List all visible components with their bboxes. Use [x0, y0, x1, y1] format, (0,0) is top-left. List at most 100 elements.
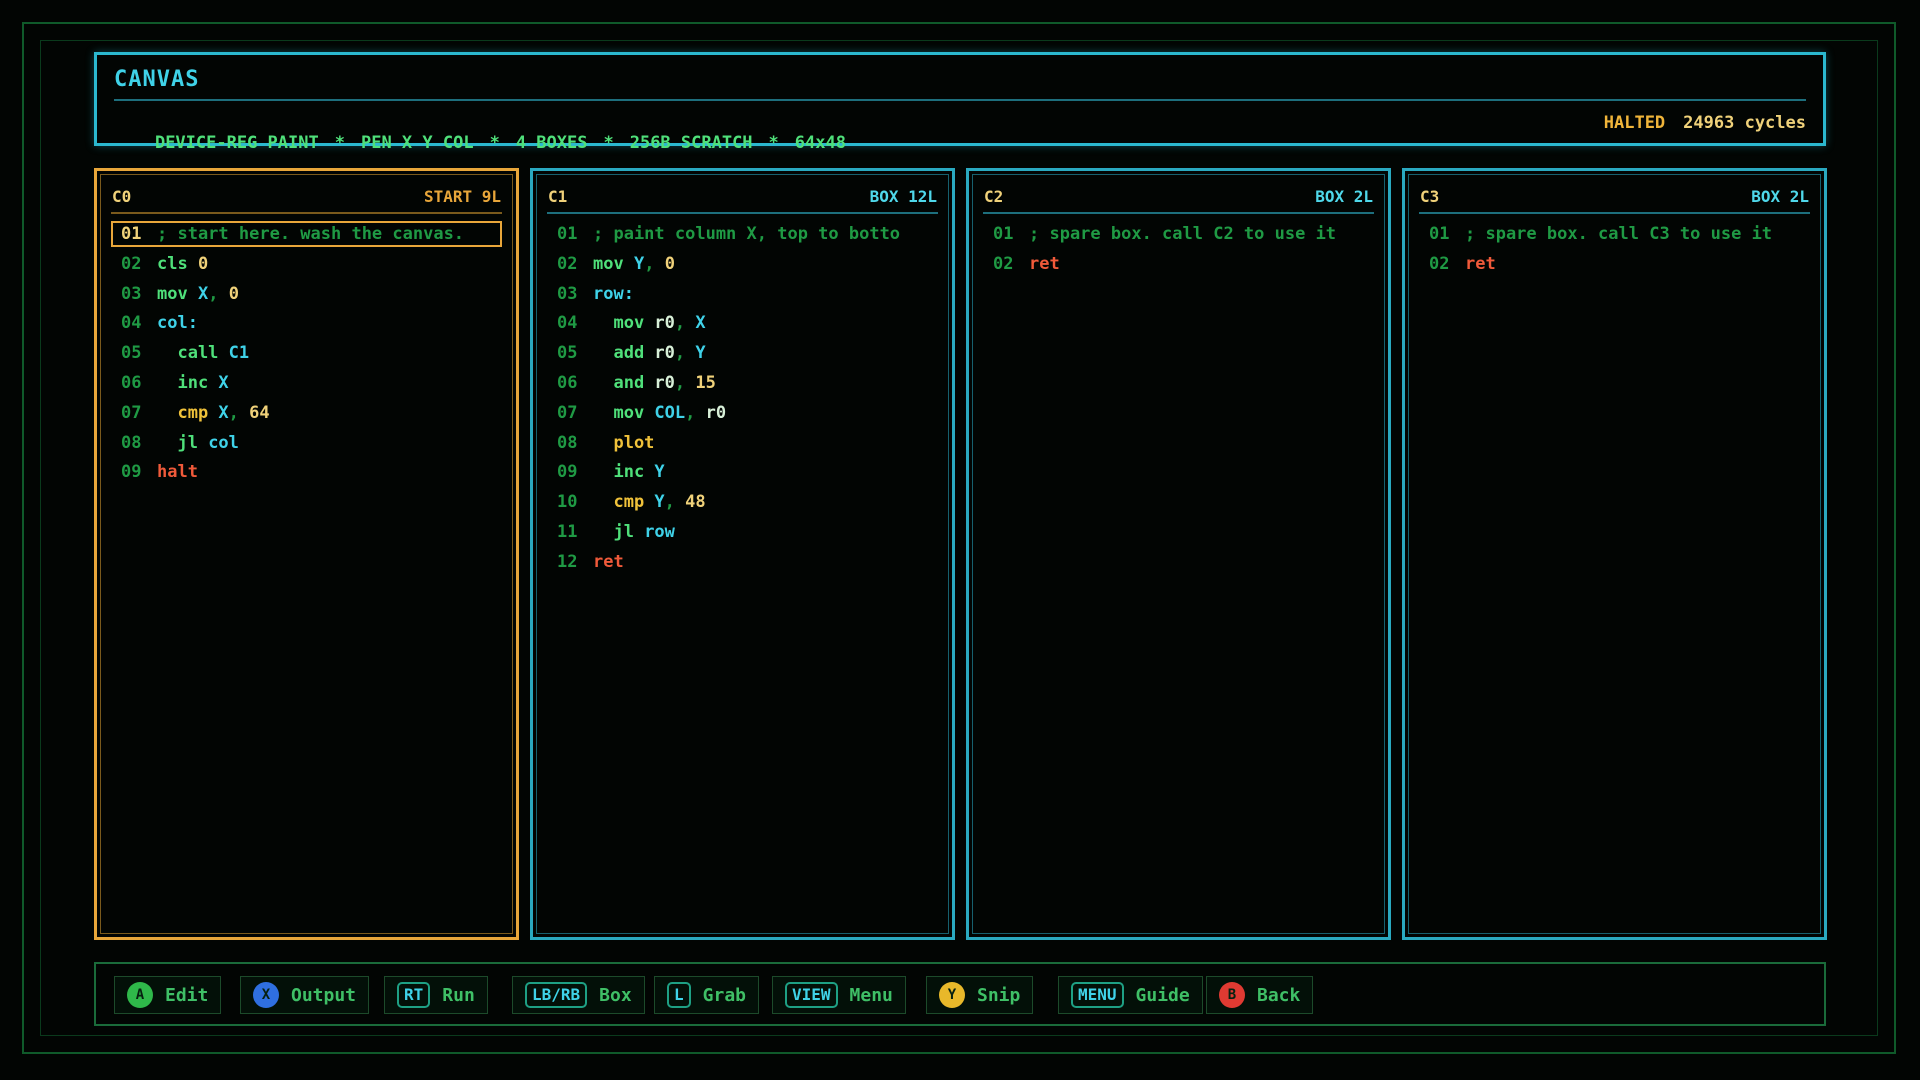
header-divider [114, 99, 1806, 101]
code-line[interactable]: 11 jl row [547, 519, 938, 545]
back-button[interactable]: B Back [1206, 976, 1314, 1014]
line-number: 05 [557, 343, 578, 364]
box-button[interactable]: LB/RB Box [512, 976, 645, 1014]
code-token: r0 [654, 313, 675, 334]
code-token: halt [157, 462, 198, 483]
button-label: Box [599, 984, 632, 1006]
l-key-icon: L [667, 982, 691, 1008]
code-line[interactable]: 03 row: [547, 281, 938, 307]
grab-button[interactable]: L Grab [654, 976, 759, 1014]
code-line[interactable]: 09 halt [111, 459, 502, 485]
code-token: and [593, 372, 655, 393]
line-number: 06 [121, 372, 142, 393]
code-line[interactable]: 05 call C1 [111, 340, 502, 366]
code-token: ret [1029, 253, 1060, 274]
line-number: 12 [557, 551, 578, 572]
guide-button[interactable]: MENU Guide [1058, 976, 1203, 1014]
code-token: mov [593, 313, 655, 334]
box-panel-c0[interactable]: C0 START 9L 01 ; start here. wash the can… [94, 168, 519, 940]
panel-name: C2 [984, 187, 1004, 206]
code-token: cls [157, 253, 198, 274]
code-token: 0 [664, 253, 675, 274]
box-panel-c3[interactable]: C3 BOX 2L 01 ; spare box. call C3 to use … [1402, 168, 1827, 940]
code-line[interactable]: 02 mov Y, 0 [547, 251, 938, 277]
code-line[interactable]: 08 plot [547, 430, 938, 456]
code-line[interactable]: 02 ret [983, 251, 1374, 277]
code-line[interactable]: 01 ; spare box. call C2 to use it [983, 221, 1374, 247]
x-button-icon: X [253, 982, 279, 1008]
box-panel-c1[interactable]: C1 BOX 12L 01 ; paint column X, top to bo… [530, 168, 955, 940]
code-line[interactable]: 03 mov X, 0 [111, 281, 502, 307]
spec-pen: PEN X Y COL [360, 133, 474, 153]
code-line[interactable]: 09 inc Y [547, 459, 938, 485]
code-token: 15 [695, 372, 716, 393]
output-button[interactable]: X Output [240, 976, 370, 1014]
lb-rb-key-icon: LB/RB [525, 982, 588, 1008]
spec-boxes: 4 BOXES [515, 133, 588, 153]
code-token: col [208, 432, 239, 453]
code-line[interactable]: 07 cmp X, 64 [111, 400, 502, 426]
code-line[interactable]: 06 and r0, 15 [547, 370, 938, 396]
cycle-count: 24963 cycles [1683, 113, 1806, 133]
line-number: 09 [557, 462, 578, 483]
edit-button[interactable]: A Edit [114, 976, 222, 1014]
code-token: jl [157, 432, 209, 453]
code-token: col: [157, 313, 198, 334]
code-line[interactable]: 05 add r0, Y [547, 340, 938, 366]
button-label: Output [291, 984, 357, 1006]
code-line[interactable]: 01 ; spare box. call C3 to use it [1419, 221, 1810, 247]
code-token: , [674, 343, 696, 364]
code-token: r0 [654, 343, 675, 364]
code-token: ret [1465, 253, 1496, 274]
code-token: C1 [228, 343, 250, 364]
code-token: add [593, 343, 655, 364]
run-button[interactable]: RT Run [384, 976, 488, 1014]
code-token: call [157, 343, 229, 364]
code-token: X [218, 402, 229, 423]
code-token: jl [593, 521, 645, 542]
page-title: CANVAS [114, 67, 200, 92]
panel-meta: BOX 2L [1751, 187, 1809, 206]
code-token: , [674, 372, 696, 393]
code-token: inc [593, 462, 655, 483]
line-number: 02 [121, 253, 142, 274]
button-label: Snip [977, 984, 1021, 1006]
line-number: 06 [557, 372, 578, 393]
code-token: Y [695, 343, 706, 364]
code-line[interactable]: 01 ; paint column X, top to botto [547, 221, 938, 247]
code-token: X [695, 313, 706, 334]
box-panel-c2[interactable]: C2 BOX 2L 01 ; spare box. call C2 to use … [966, 168, 1391, 940]
panel-name: C1 [548, 187, 568, 206]
code-token: inc [157, 372, 219, 393]
snip-button[interactable]: Y Snip [926, 976, 1034, 1014]
code-line[interactable]: 02 cls 0 [111, 251, 502, 277]
panel-divider [1419, 212, 1810, 214]
code-line[interactable]: 02 ret [1419, 251, 1810, 277]
line-number: 09 [121, 462, 142, 483]
line-number: 07 [557, 402, 578, 423]
code-lines: 01 ; paint column X, top to botto 02 mov Y,… [547, 221, 938, 579]
code-token: ; paint column X, top to botto [593, 224, 901, 244]
run-status: HALTED 24963 cycles [1604, 113, 1806, 133]
code-line[interactable]: 07 mov COL, r0 [547, 400, 938, 426]
panel-divider [111, 212, 502, 214]
line-number: 01 [557, 224, 578, 244]
y-button-icon: Y [939, 982, 965, 1008]
panel-divider [547, 212, 938, 214]
menu-button[interactable]: VIEW Menu [772, 976, 906, 1014]
code-line[interactable]: 12 ret [547, 549, 938, 575]
code-line[interactable]: 08 jl col [111, 430, 502, 456]
code-lines: 01 ; spare box. call C3 to use it 02 ret [1419, 221, 1810, 281]
code-line[interactable]: 06 inc X [111, 370, 502, 396]
spec-separator: * [489, 133, 500, 153]
code-line[interactable]: 04 col: [111, 310, 502, 336]
code-line[interactable]: 04 mov r0, X [547, 310, 938, 336]
spec-paint: DEVICE-REG PAINT [154, 133, 319, 153]
code-line[interactable]: 10 cmp Y, 48 [547, 489, 938, 515]
code-token: , [228, 402, 250, 423]
code-token: cmp [157, 402, 219, 423]
code-line[interactable]: 01 ; start here. wash the canvas. [111, 221, 502, 247]
code-token: mov [593, 402, 655, 423]
code-token: ; start here. wash the canvas. [157, 224, 465, 244]
line-number: 02 [1429, 253, 1450, 274]
